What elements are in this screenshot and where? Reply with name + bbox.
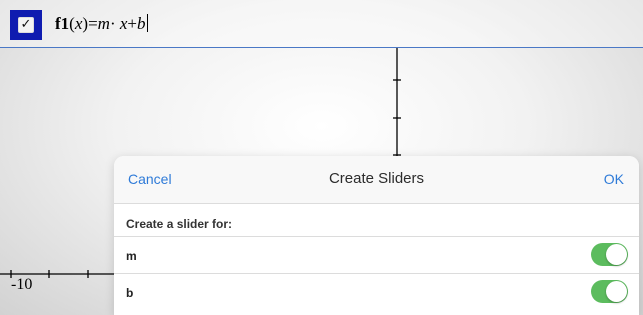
function-visibility-checkbox[interactable]: ✓: [10, 10, 42, 40]
x-axis-min-label: -10: [11, 276, 33, 293]
function-expression[interactable]: f1(x)=m· x+b: [55, 14, 148, 34]
slider-row-b: b: [114, 273, 639, 311]
checkmark-icon: ✓: [18, 17, 34, 33]
equals-sign: =: [88, 14, 98, 33]
function-entry-line[interactable]: ✓ f1(x)=m· x+b: [0, 0, 643, 48]
slider-toggle-m[interactable]: [591, 243, 628, 266]
slider-toggle-b[interactable]: [591, 280, 628, 303]
plus-sign: +: [127, 14, 137, 33]
create-sliders-dialog: Cancel Create Sliders OK Create a slider…: [114, 156, 639, 315]
dialog-header: Cancel Create Sliders OK: [114, 156, 639, 204]
multiply-dot: ·: [109, 14, 120, 33]
toggle-knob: [606, 281, 627, 302]
param-m: m: [97, 14, 110, 33]
param-b: b: [137, 14, 146, 33]
slider-row-m: m: [114, 236, 639, 274]
section-label: Create a slider for:: [126, 217, 233, 231]
ok-button[interactable]: OK: [604, 171, 624, 187]
function-name: f1: [55, 14, 70, 33]
slider-label-b: b: [126, 286, 134, 300]
toggle-knob: [606, 244, 627, 265]
dialog-title: Create Sliders: [328, 170, 425, 187]
text-cursor: [146, 14, 148, 32]
slider-label-m: m: [126, 249, 137, 263]
